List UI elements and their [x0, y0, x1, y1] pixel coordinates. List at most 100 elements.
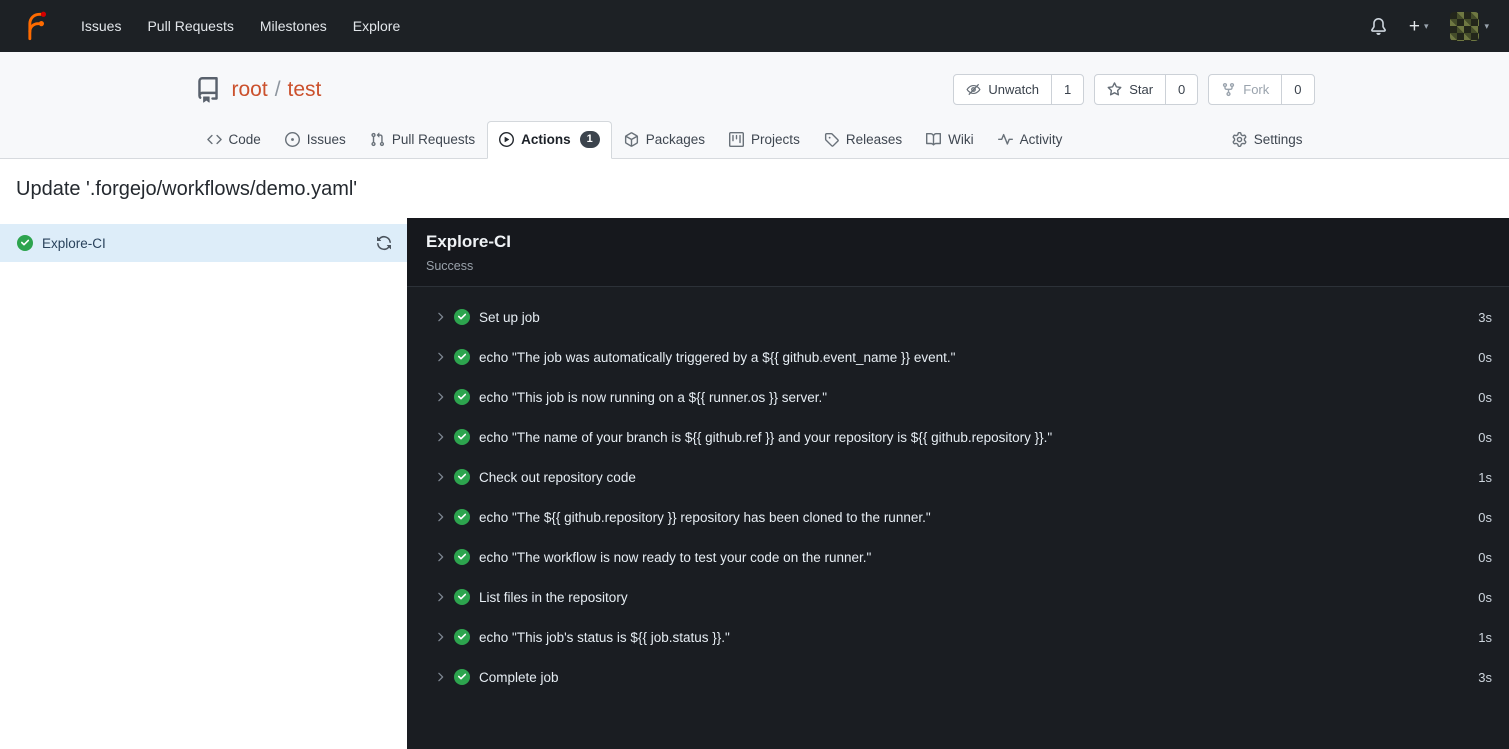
repo-action-buttons: Unwatch 1 Star 0 Fork 0 — [953, 74, 1315, 105]
tab-projects[interactable]: Projects — [717, 122, 812, 158]
package-icon — [624, 132, 638, 148]
star-button[interactable]: Star — [1095, 75, 1165, 104]
step-row[interactable]: Set up job 3s — [407, 297, 1509, 337]
tab-issues[interactable]: Issues — [273, 122, 358, 158]
plus-icon: + — [1408, 15, 1420, 37]
repo-book-icon — [195, 76, 221, 103]
tab-releases[interactable]: Releases — [812, 122, 914, 158]
workflow-run-view: Explore-CI Explore-CI Success Set up job… — [0, 218, 1509, 749]
navbar-right: + ▾ ▾ — [1370, 11, 1489, 41]
repo-breadcrumb: root / test — [232, 78, 322, 102]
step-name: Set up job — [479, 309, 540, 325]
tab-pull-requests[interactable]: Pull Requests — [358, 122, 487, 158]
repo-header: root / test Unwatch 1 Star 0 Fork 0 Code… — [0, 52, 1509, 160]
success-check-icon — [454, 349, 470, 366]
step-row[interactable]: Check out repository code 1s — [407, 457, 1509, 497]
tab-code-label: Code — [228, 132, 261, 148]
step-row[interactable]: echo "This job's status is ${{ job.statu… — [407, 617, 1509, 657]
breadcrumb-separator: / — [274, 77, 281, 101]
star-icon — [1107, 82, 1122, 96]
git-pull-request-icon — [371, 132, 384, 147]
star-label: Star — [1129, 82, 1154, 97]
fork-button[interactable]: Fork — [1209, 75, 1281, 104]
step-row[interactable]: echo "This job is now running on a ${{ r… — [407, 377, 1509, 417]
success-check-icon — [454, 429, 470, 446]
repo-name-link[interactable]: test — [288, 78, 322, 102]
forgejo-logo-icon[interactable] — [20, 11, 50, 41]
step-row[interactable]: List files in the repository 0s — [407, 577, 1509, 617]
step-duration: 0s — [1478, 509, 1492, 525]
step-name: echo "This job is now running on a ${{ r… — [479, 389, 828, 405]
notifications-bell-icon[interactable] — [1370, 17, 1387, 35]
chevron-right-icon[interactable] — [433, 350, 447, 364]
chevron-right-icon[interactable] — [433, 310, 447, 324]
step-row[interactable]: echo "The ${{ github.repository }} repos… — [407, 497, 1509, 537]
chevron-right-icon[interactable] — [433, 630, 447, 644]
chevron-right-icon[interactable] — [433, 590, 447, 604]
step-duration: 3s — [1478, 309, 1492, 325]
step-row[interactable]: echo "The workflow is now ready to test … — [407, 537, 1509, 577]
tab-issues-label: Issues — [306, 132, 346, 148]
forks-count[interactable]: 0 — [1281, 75, 1313, 104]
user-menu-dropdown[interactable]: ▾ — [1450, 11, 1489, 41]
watchers-count[interactable]: 1 — [1050, 75, 1083, 104]
play-circle-icon — [499, 132, 515, 148]
repo-owner-link[interactable]: root — [232, 78, 268, 102]
chevron-right-icon[interactable] — [433, 670, 447, 684]
fork-button-group: Fork 0 — [1208, 74, 1315, 105]
tab-code[interactable]: Code — [195, 122, 273, 158]
tab-pull-requests-label: Pull Requests — [391, 132, 476, 148]
tab-packages[interactable]: Packages — [612, 122, 717, 158]
nav-milestones[interactable]: Milestones — [247, 10, 340, 42]
chevron-right-icon[interactable] — [433, 510, 447, 524]
nav-issues[interactable]: Issues — [68, 10, 134, 42]
chevron-down-icon: ▾ — [1484, 20, 1489, 31]
eye-slash-icon — [966, 83, 981, 96]
job-name-label: Explore-CI — [42, 235, 106, 251]
success-check-icon — [454, 549, 470, 566]
tab-wiki-label: Wiki — [948, 132, 974, 148]
step-row[interactable]: Complete job 3s — [407, 657, 1509, 697]
chevron-right-icon[interactable] — [433, 470, 447, 484]
step-name: Complete job — [479, 669, 559, 685]
step-duration: 1s — [1478, 629, 1492, 645]
log-steps-list: Set up job 3s echo "The job was automati… — [407, 287, 1509, 707]
tab-packages-label: Packages — [645, 132, 706, 148]
stars-count[interactable]: 0 — [1165, 75, 1197, 104]
nav-pull-requests[interactable]: Pull Requests — [134, 10, 246, 42]
job-item-explore-ci[interactable]: Explore-CI — [0, 224, 407, 263]
pulse-icon — [997, 134, 1013, 145]
chevron-right-icon[interactable] — [433, 390, 447, 404]
success-check-icon — [454, 509, 470, 526]
tab-actions[interactable]: Actions 1 — [487, 121, 612, 160]
step-duration: 0s — [1478, 589, 1492, 605]
rerun-sync-icon[interactable] — [376, 235, 392, 251]
chevron-right-icon[interactable] — [433, 550, 447, 564]
user-avatar — [1450, 11, 1480, 41]
success-check-icon — [454, 309, 470, 326]
project-board-icon — [729, 132, 745, 148]
code-icon — [206, 134, 222, 145]
chevron-right-icon[interactable] — [433, 430, 447, 444]
step-duration: 0s — [1478, 349, 1492, 365]
tab-actions-label: Actions — [521, 132, 571, 148]
log-job-status: Success — [426, 259, 474, 274]
step-row[interactable]: echo "The job was automatically triggere… — [407, 337, 1509, 377]
tab-wiki[interactable]: Wiki — [914, 122, 986, 158]
book-icon — [926, 133, 942, 146]
step-name: List files in the repository — [479, 589, 628, 605]
create-new-dropdown[interactable]: + ▾ — [1409, 17, 1429, 36]
unwatch-button-group: Unwatch 1 — [953, 74, 1085, 105]
tab-activity[interactable]: Activity — [986, 122, 1075, 158]
success-check-icon — [454, 629, 470, 646]
gear-icon — [1232, 132, 1247, 148]
success-check-icon — [454, 389, 470, 406]
unwatch-button[interactable]: Unwatch — [954, 75, 1051, 104]
step-row[interactable]: echo "The name of your branch is ${{ git… — [407, 417, 1509, 457]
step-name: echo "The name of your branch is ${{ git… — [479, 429, 1053, 445]
fork-icon — [1223, 82, 1235, 97]
nav-explore[interactable]: Explore — [340, 10, 413, 42]
tab-settings[interactable]: Settings — [1220, 122, 1315, 158]
issue-opened-icon — [284, 132, 300, 148]
tab-projects-label: Projects — [751, 132, 800, 148]
